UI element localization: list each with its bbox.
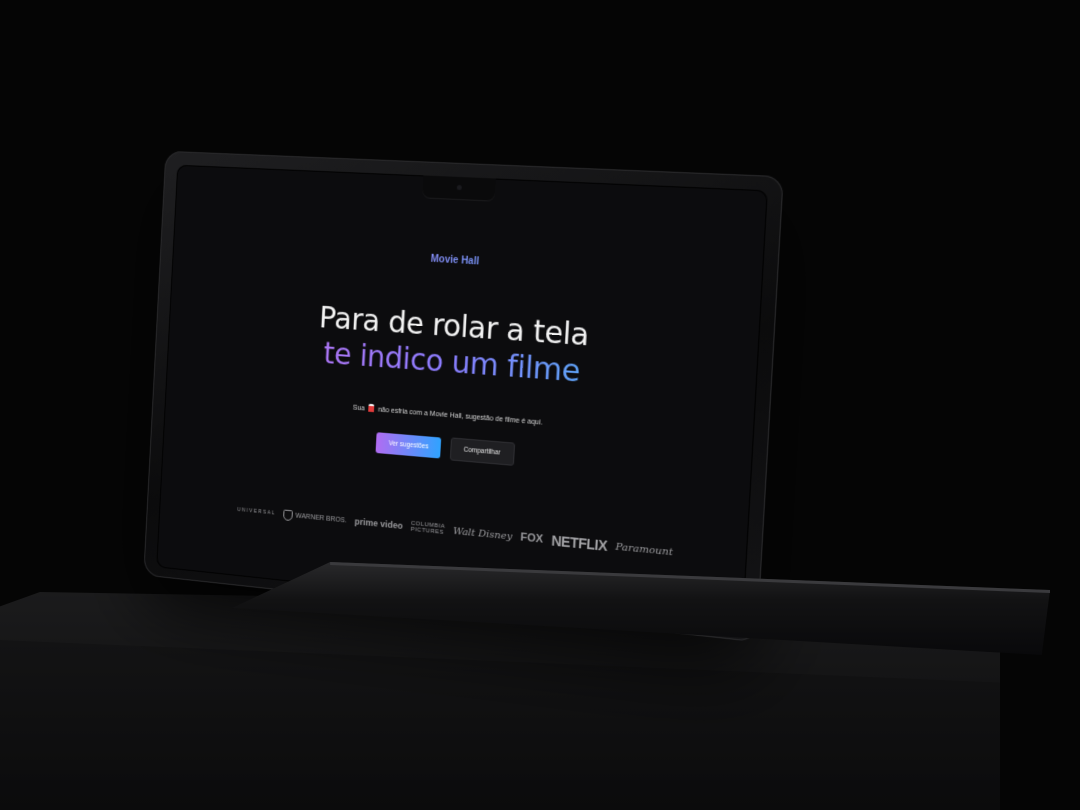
warner-logo: WARNER BROS. [283, 509, 347, 526]
universal-logo: UNIVERSAL [237, 507, 276, 517]
subtitle-text-end: não esfria com a Movie Hall, sugestão de… [377, 406, 543, 427]
warner-logo-text: WARNER BROS. [295, 512, 347, 524]
shield-icon [283, 509, 293, 521]
studio-logos: UNIVERSAL WARNER BROS. prime video COLUM… [237, 502, 673, 560]
prime-video-logo: prime video [354, 516, 404, 531]
paramount-logo: Paramount [615, 541, 674, 558]
netflix-logo: NETFLIX [550, 532, 608, 554]
fox-logo: FOX [520, 531, 544, 546]
share-button[interactable]: Compartilhar [449, 437, 515, 466]
columbia-logo: COLUMBIA PICTURES [410, 521, 445, 536]
cta-buttons: Ver sugestões Compartilhar [163, 412, 752, 487]
popcorn-icon [368, 403, 375, 413]
mockup-scene: Movie Hall Para de rolar a tela te indic… [0, 0, 1080, 810]
hero-heading: Para de rolar a tela te indico um filme [167, 291, 760, 404]
camera-icon [456, 184, 462, 191]
disney-logo: Walt Disney [452, 525, 513, 543]
camera-notch [422, 175, 496, 201]
see-suggestions-button[interactable]: Ver sugestões [375, 432, 442, 459]
brand-logo[interactable]: Movie Hall [173, 240, 763, 284]
laptop-screen: Movie Hall Para de rolar a tela te indic… [156, 164, 768, 631]
subtitle-text-start: Sua [352, 404, 365, 413]
